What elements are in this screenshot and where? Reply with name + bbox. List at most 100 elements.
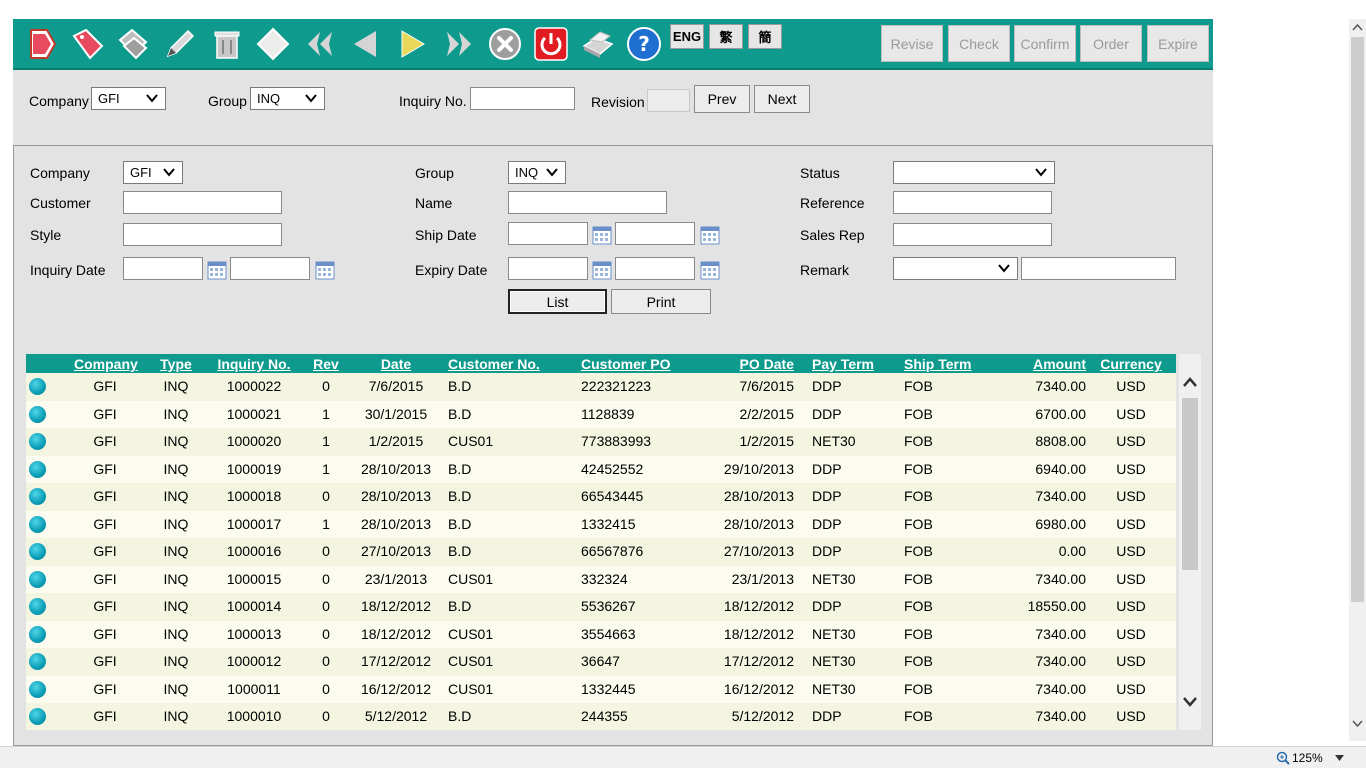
cancel-icon[interactable] <box>485 24 525 64</box>
print-button[interactable]: Print <box>611 289 711 314</box>
calendar-icon[interactable] <box>592 260 612 280</box>
customer-input[interactable] <box>123 191 282 214</box>
row-select-icon[interactable] <box>29 488 46 505</box>
tag-icon[interactable] <box>68 24 108 64</box>
column-header-amount[interactable]: Amount <box>1016 356 1086 372</box>
first-record-icon[interactable] <box>300 24 340 64</box>
style-input[interactable] <box>123 223 282 246</box>
page-scrollbar-thumb[interactable] <box>1351 37 1364 602</box>
prev-button[interactable]: Prev <box>694 85 750 113</box>
last-record-icon[interactable] <box>439 24 479 64</box>
ship-date-to-input[interactable] <box>615 222 695 245</box>
previous-record-icon[interactable] <box>346 24 386 64</box>
row-select-icon[interactable] <box>29 708 46 725</box>
header-group-select[interactable]: INQ <box>250 87 325 110</box>
trash-icon[interactable] <box>207 24 247 64</box>
column-header-pay-term[interactable]: Pay Term <box>812 356 882 372</box>
new-document-icon[interactable] <box>23 24 63 64</box>
chevron-down-icon[interactable] <box>1352 719 1363 728</box>
row-select-icon[interactable] <box>29 653 46 670</box>
column-header-po-date[interactable]: PO Date <box>714 356 794 372</box>
column-header-company[interactable]: Company <box>74 356 138 372</box>
column-header-currency[interactable]: Currency <box>1098 356 1164 372</box>
table-row[interactable]: GFI INQ 1000022 0 7/6/2015 B.D 222321223 7/6/20… <box>26 373 1176 401</box>
language-english-button[interactable]: ENG <box>670 24 704 49</box>
search-company-select[interactable]: GFI <box>123 161 183 184</box>
calendar-icon[interactable] <box>700 260 720 280</box>
table-row[interactable]: GFI INQ 1000015 0 23/1/2013 CUS01 332324 23/1/2… <box>26 565 1176 593</box>
zoom-level[interactable]: 125% <box>1292 751 1323 765</box>
order-button[interactable]: Order <box>1080 25 1142 62</box>
expiry-date-to-input[interactable] <box>615 257 695 280</box>
column-header-ship-term[interactable]: Ship Term <box>904 356 974 372</box>
expiry-date-from-input[interactable] <box>508 257 588 280</box>
inquiry-no-input[interactable] <box>470 87 575 110</box>
confirm-button[interactable]: Confirm <box>1014 25 1076 62</box>
table-scrollbar[interactable] <box>1179 354 1201 730</box>
printer-icon[interactable] <box>578 24 618 64</box>
expire-button[interactable]: Expire <box>1147 25 1209 62</box>
row-select-icon[interactable] <box>29 625 46 643</box>
check-button[interactable]: Check <box>948 25 1010 62</box>
row-select-icon[interactable] <box>29 543 46 560</box>
language-traditional-chinese-button[interactable]: 繁 <box>709 24 743 49</box>
row-select-icon[interactable] <box>29 405 46 423</box>
language-simplified-chinese-button[interactable]: 簡 <box>748 24 782 49</box>
diamond-icon[interactable] <box>253 24 293 64</box>
power-icon[interactable] <box>531 24 571 64</box>
row-select-icon[interactable] <box>29 378 46 395</box>
zoom-icon[interactable] <box>1276 751 1290 765</box>
remark-select[interactable] <box>893 257 1018 280</box>
chevron-up-icon[interactable] <box>1183 376 1197 388</box>
search-group-select[interactable]: INQ <box>508 161 566 184</box>
copy-icon[interactable] <box>114 24 154 64</box>
table-row[interactable]: GFI INQ 1000018 0 28/10/2013 B.D 66543445 28/10… <box>26 483 1176 511</box>
row-select-icon[interactable] <box>29 515 46 533</box>
column-header-customer-po[interactable]: Customer PO <box>581 356 681 372</box>
table-row[interactable]: GFI INQ 1000014 0 18/12/2012 B.D 5536267 18/12/… <box>26 593 1176 621</box>
calendar-icon[interactable] <box>592 225 612 245</box>
table-row[interactable]: GFI INQ 1000017 1 28/10/2013 B.D 1332415 28/10/… <box>26 510 1176 538</box>
chevron-up-icon[interactable] <box>1352 23 1363 32</box>
row-select-icon[interactable] <box>29 598 46 615</box>
chevron-down-icon[interactable] <box>1335 755 1344 761</box>
inquiry-date-from-input[interactable] <box>123 257 203 280</box>
revise-button[interactable]: Revise <box>881 25 943 62</box>
calendar-icon[interactable] <box>700 225 720 245</box>
column-header-rev[interactable]: Rev <box>312 356 340 372</box>
table-row[interactable]: GFI INQ 1000011 0 16/12/2012 CUS01 1332445 16/1… <box>26 675 1176 703</box>
inquiry-date-to-input[interactable] <box>230 257 310 280</box>
table-row[interactable]: GFI INQ 1000013 0 18/12/2012 CUS01 3554663 18/1… <box>26 620 1176 648</box>
column-header-type[interactable]: Type <box>156 356 196 372</box>
table-row[interactable]: GFI INQ 1000016 0 27/10/2013 B.D 66567876 27/10… <box>26 538 1176 566</box>
table-scrollbar-thumb[interactable] <box>1182 398 1198 570</box>
column-header-date[interactable]: Date <box>356 356 436 372</box>
row-select-icon[interactable] <box>29 460 46 478</box>
name-input[interactable] <box>508 191 667 214</box>
remark-input[interactable] <box>1021 257 1176 280</box>
reference-input[interactable] <box>893 191 1052 214</box>
help-icon[interactable]: ? <box>624 24 664 64</box>
next-button[interactable]: Next <box>754 85 810 113</box>
table-row[interactable]: GFI INQ 1000021 1 30/1/2015 B.D 1128839 2/2/201… <box>26 400 1176 428</box>
status-select[interactable] <box>893 161 1055 184</box>
column-header-inquiry-no[interactable]: Inquiry No. <box>216 356 292 372</box>
chevron-down-icon[interactable] <box>1183 696 1197 708</box>
header-company-select[interactable]: GFI <box>91 87 166 110</box>
row-select-icon[interactable] <box>29 570 46 588</box>
calendar-icon[interactable] <box>315 260 335 280</box>
page-scrollbar[interactable] <box>1349 19 1366 741</box>
table-row[interactable]: GFI INQ 1000020 1 1/2/2015 CUS01 773883993 1/2/… <box>26 428 1176 456</box>
row-select-icon[interactable] <box>29 680 46 698</box>
ship-date-from-input[interactable] <box>508 222 588 245</box>
table-row[interactable]: GFI INQ 1000010 0 5/12/2012 B.D 244355 5/12/201… <box>26 703 1176 730</box>
column-header-customer-no[interactable]: Customer No. <box>448 356 548 372</box>
pencil-icon[interactable] <box>160 24 200 64</box>
table-row[interactable]: GFI INQ 1000019 1 28/10/2013 B.D 42452552 29/10… <box>26 455 1176 483</box>
calendar-icon[interactable] <box>207 260 227 280</box>
sales-rep-input[interactable] <box>893 223 1052 246</box>
next-record-icon[interactable] <box>392 24 432 64</box>
list-button[interactable]: List <box>508 289 607 314</box>
row-select-icon[interactable] <box>29 433 46 450</box>
table-row[interactable]: GFI INQ 1000012 0 17/12/2012 CUS01 36647 17/12/… <box>26 648 1176 676</box>
